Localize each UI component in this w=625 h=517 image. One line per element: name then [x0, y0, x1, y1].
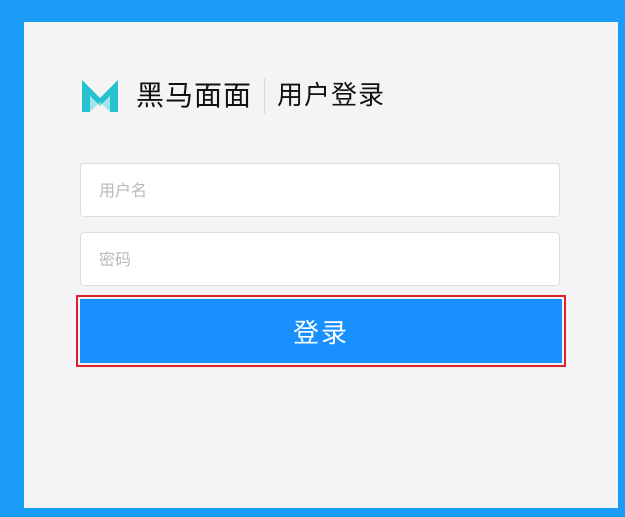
login-button[interactable]: 登录 — [80, 299, 562, 363]
password-input[interactable] — [80, 232, 560, 286]
brand-name: 黑马面面 — [136, 79, 253, 112]
m-logo-icon — [82, 80, 118, 112]
login-panel: 黑马面面 用户登录 登录 — [24, 22, 618, 508]
login-button-highlight: 登录 — [76, 295, 566, 367]
username-input[interactable] — [80, 163, 560, 217]
title-divider — [264, 78, 266, 114]
brand-header: 黑马面面 用户登录 — [80, 74, 385, 118]
page-title: 用户登录 — [277, 81, 386, 111]
